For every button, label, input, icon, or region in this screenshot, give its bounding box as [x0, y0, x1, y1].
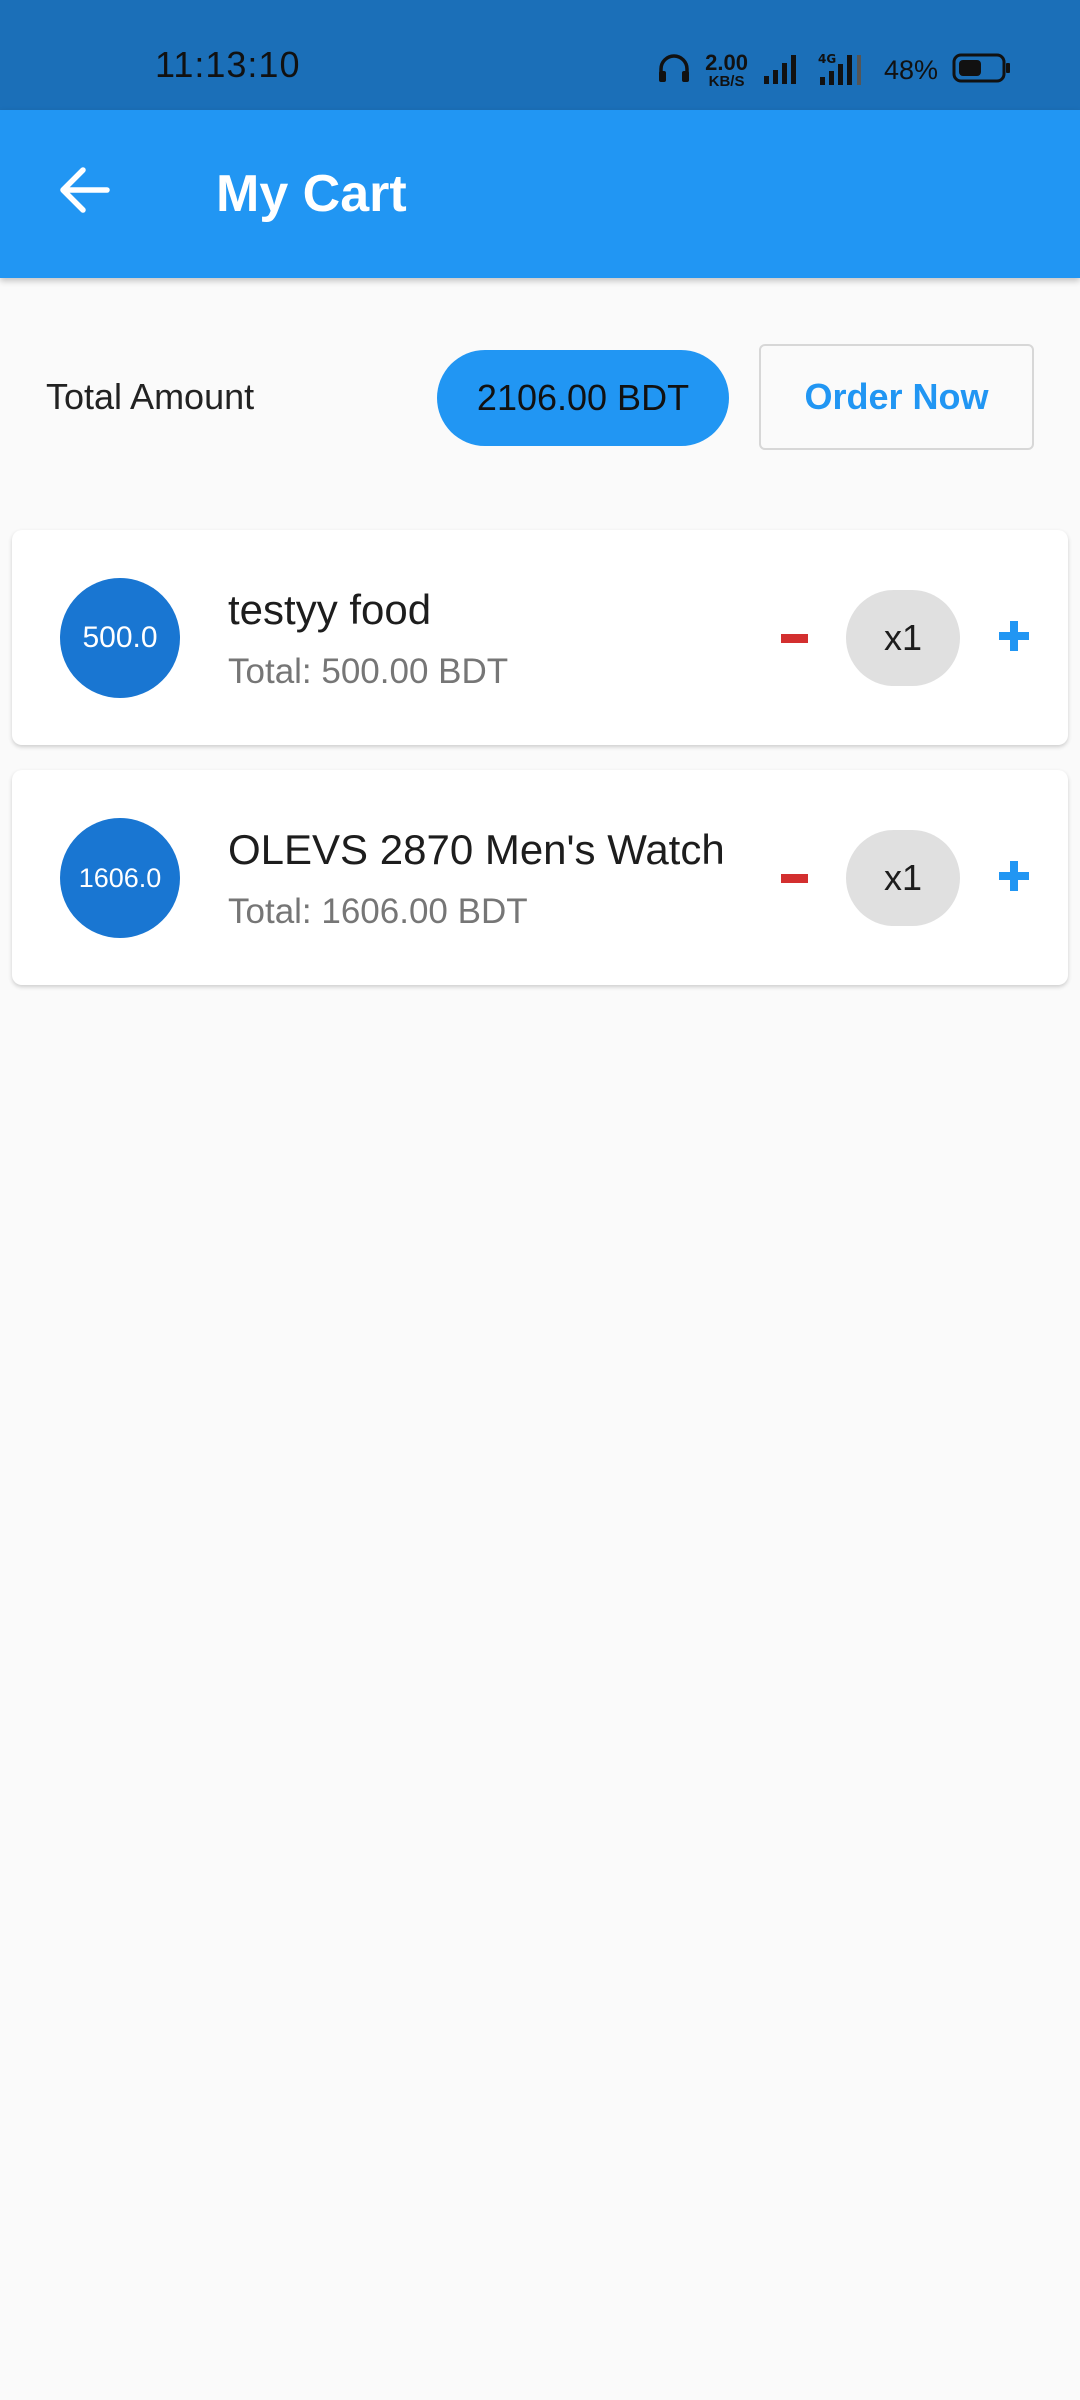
- net-speed: 2.00 KB/S: [705, 49, 748, 90]
- increase-quantity-button[interactable]: [984, 608, 1044, 668]
- quantity-chip: x1: [846, 830, 960, 926]
- app-bar: My Cart: [0, 110, 1080, 278]
- decrease-quantity-button[interactable]: [764, 848, 824, 908]
- cart-item: 1606.0 OLEVS 2870 Men's Watch Total: 160…: [12, 770, 1068, 985]
- minus-icon: [780, 633, 808, 643]
- quantity-chip: x1: [846, 590, 960, 686]
- cart-item: 500.0 testyy food Total: 500.00 BDT x1: [12, 530, 1068, 745]
- item-price-badge: 500.0: [60, 578, 180, 698]
- plus-icon: [999, 860, 1029, 896]
- decrease-quantity-button[interactable]: [764, 608, 824, 668]
- increase-quantity-button[interactable]: [984, 848, 1044, 908]
- headphones-icon: [657, 53, 691, 88]
- cart-summary: Total Amount 2106.00 BDT Order Now: [0, 340, 1080, 454]
- battery-icon: [952, 52, 1012, 89]
- signal-icon: [762, 52, 802, 89]
- total-amount-label: Total Amount: [46, 376, 255, 417]
- cart-list: 500.0 testyy food Total: 500.00 BDT x1 1…: [12, 530, 1068, 1010]
- network-type-label: 4G: [818, 52, 836, 66]
- order-now-button[interactable]: Order Now: [759, 344, 1034, 450]
- status-bar: 11:13:10 2.00 KB/S 4G 48%: [0, 0, 1080, 110]
- item-name: OLEVS 2870 Men's Watch: [228, 826, 725, 873]
- net-speed-value: 2.00: [705, 49, 748, 75]
- status-icons: 2.00 KB/S 4G 48%: [657, 48, 1012, 92]
- item-total: Total: 500.00 BDT: [228, 652, 509, 691]
- arrow-left-icon: [57, 166, 111, 219]
- net-speed-unit: KB/S: [708, 72, 745, 90]
- plus-icon: [999, 620, 1029, 656]
- minus-icon: [780, 873, 808, 883]
- page-title: My Cart: [216, 165, 407, 223]
- item-total: Total: 1606.00 BDT: [228, 892, 528, 931]
- status-time: 11:13:10: [155, 44, 301, 85]
- back-button[interactable]: [48, 156, 120, 228]
- total-amount-value: 2106.00 BDT: [437, 350, 729, 446]
- item-name: testyy food: [228, 586, 432, 633]
- signal-4g-icon: 4G: [816, 51, 870, 90]
- battery-percent: 48%: [883, 54, 938, 85]
- item-price-badge: 1606.0: [60, 818, 180, 938]
